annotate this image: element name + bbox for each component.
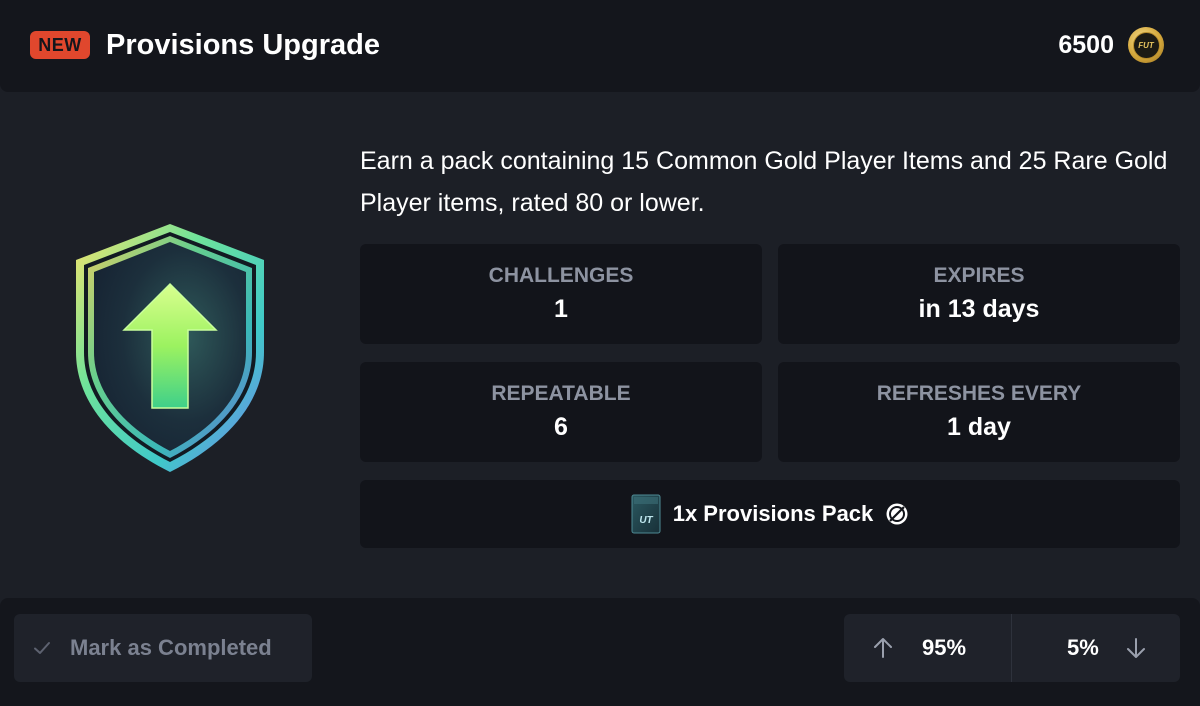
arrow-down-icon — [1125, 637, 1147, 659]
pack-icon-text: UT — [639, 515, 653, 526]
new-badge: NEW — [30, 31, 90, 59]
coin-label: FUT — [1132, 31, 1160, 59]
header-bar: NEW Provisions Upgrade 6500 FUT — [0, 0, 1200, 92]
challenges-label: CHALLENGES — [488, 264, 634, 287]
check-icon — [32, 638, 52, 658]
refreshes-tile: REFRESHES EVERY 1 day — [778, 362, 1180, 462]
footer-bar: Mark as Completed 95% 5% — [0, 598, 1200, 706]
downvote-button[interactable]: 5% — [1012, 614, 1180, 682]
pack-icon: UT — [631, 494, 661, 534]
expires-tile: EXPIRES in 13 days — [778, 244, 1180, 344]
vote-group: 95% 5% — [844, 614, 1180, 682]
expires-value: in 13 days — [918, 295, 1040, 323]
mark-completed-button[interactable]: Mark as Completed — [14, 614, 312, 682]
expires-label: EXPIRES — [933, 264, 1025, 287]
reward-label: 1x Provisions Pack — [672, 501, 874, 526]
challenges-value: 1 — [554, 295, 568, 323]
upgrade-shield-icon — [70, 220, 270, 480]
coin-icon: FUT — [1128, 27, 1164, 63]
reward-item[interactable]: UT 1x Provisions Pack — [360, 480, 1180, 548]
refreshes-label: REFRESHES EVERY — [876, 382, 1082, 405]
repeatable-value: 6 — [554, 413, 568, 441]
untradeable-icon — [885, 502, 909, 526]
page-title: Provisions Upgrade — [106, 29, 380, 61]
challenges-tile: CHALLENGES 1 — [360, 244, 762, 344]
upvote-button[interactable]: 95% — [844, 614, 1012, 682]
mark-completed-label: Mark as Completed — [70, 635, 272, 660]
arrow-up-icon — [872, 637, 894, 659]
repeatable-label: REPEATABLE — [491, 382, 631, 405]
upvote-percent: 95% — [922, 635, 967, 660]
downvote-percent: 5% — [1067, 635, 1099, 660]
price-value: 6500 — [1058, 31, 1114, 59]
objective-description: Earn a pack containing 15 Common Gold Pl… — [360, 147, 1168, 217]
repeatable-tile: REPEATABLE 6 — [360, 362, 762, 462]
refreshes-value: 1 day — [947, 413, 1011, 441]
